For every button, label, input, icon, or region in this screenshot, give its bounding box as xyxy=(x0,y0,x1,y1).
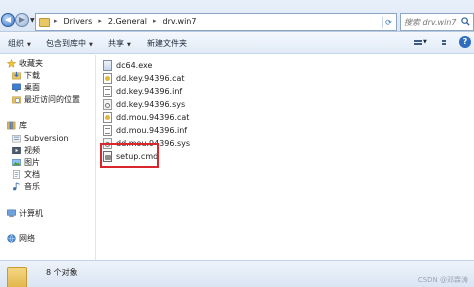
catalog-file-icon xyxy=(103,73,112,84)
nav-item-label: 图片 xyxy=(24,158,40,167)
change-view-button[interactable] xyxy=(410,37,423,48)
subversion-icon xyxy=(12,135,21,143)
watermark: CSDN @邓霖涛 xyxy=(417,276,468,284)
search-icon xyxy=(461,17,470,26)
file-name: dd.mou.94396.inf xyxy=(116,126,188,135)
chevron-down-icon: ▼ xyxy=(27,42,31,48)
file-name: dc64.exe xyxy=(116,61,153,70)
download-icon xyxy=(12,71,21,80)
pictures-icon xyxy=(12,159,21,166)
include-in-library-label: 包含到库中 xyxy=(46,39,86,48)
catalog-file-icon xyxy=(103,112,112,123)
command-bar: 组织 ▼ 包含到库中 ▼ 共享 ▼ 新建文件夹 ▼ ? xyxy=(0,32,474,54)
highlight-box xyxy=(100,143,159,168)
setup-info-file-icon xyxy=(103,125,112,136)
setup-info-file-icon xyxy=(103,86,112,97)
chevron-down-icon: ▼ xyxy=(127,42,131,48)
include-in-library-button[interactable]: 包含到库中 ▼ xyxy=(46,38,93,49)
item-count: 8 个对象 xyxy=(46,268,78,277)
file-name: dd.key.94396.inf xyxy=(116,87,183,96)
nav-network-label: 网络 xyxy=(19,234,35,243)
chevron-down-icon: ▼ xyxy=(89,42,93,48)
refresh-icon[interactable]: ⟳ xyxy=(382,17,394,28)
desktop-icon xyxy=(12,83,21,92)
search-box[interactable] xyxy=(400,13,474,31)
organize-button[interactable]: 组织 ▼ xyxy=(8,38,31,49)
breadcrumb-general[interactable]: 2.General xyxy=(108,17,147,26)
nav-item-label: 视频 xyxy=(24,146,40,155)
search-input[interactable] xyxy=(404,16,460,28)
breadcrumb-separator[interactable]: ▸ xyxy=(153,17,157,26)
music-icon xyxy=(13,182,20,191)
nav-computer-label: 计算机 xyxy=(19,209,43,218)
status-bar: 8 个对象 CSDN @邓霖涛 xyxy=(0,260,474,287)
recent-places-icon xyxy=(12,96,21,104)
view-icon xyxy=(414,40,422,42)
share-label: 共享 xyxy=(108,39,124,48)
preview-pane-button[interactable] xyxy=(435,37,448,48)
nav-item-label: 音乐 xyxy=(24,182,40,191)
arrow-right-icon: ▶ xyxy=(18,15,26,24)
system-file-icon xyxy=(103,99,112,110)
back-button[interactable]: ◀ xyxy=(1,13,15,27)
breadcrumb-drivers[interactable]: Drivers xyxy=(64,17,93,26)
address-bar: ◀ ▶ ▼ ▸ Drivers ▸ 2.General ▸ drv.win7 ⟳ xyxy=(0,0,474,32)
view-dropdown[interactable]: ▼ xyxy=(423,39,427,45)
file-name: dd.mou.94396.cat xyxy=(116,113,190,122)
nav-libraries-label: 库 xyxy=(19,121,27,130)
nav-favorites-label: 收藏夹 xyxy=(19,59,43,68)
nav-item-label: 桌面 xyxy=(24,83,40,92)
star-icon xyxy=(7,59,16,68)
exe-file-icon xyxy=(103,60,112,71)
path-box[interactable]: ▸ Drivers ▸ 2.General ▸ drv.win7 ⟳ xyxy=(35,13,397,31)
video-icon xyxy=(12,147,21,154)
file-name: dd.key.94396.cat xyxy=(116,74,185,83)
breadcrumb-separator[interactable]: ▸ xyxy=(98,17,102,26)
help-icon[interactable]: ? xyxy=(459,36,471,48)
breadcrumb: ▸ Drivers ▸ 2.General ▸ drv.win7 xyxy=(54,17,196,26)
library-icon xyxy=(7,121,16,130)
preview-pane-icon xyxy=(442,43,446,45)
new-folder-button[interactable]: 新建文件夹 xyxy=(147,38,187,49)
nav-item-label: 文档 xyxy=(24,170,40,179)
computer-icon xyxy=(7,209,16,218)
view-icon xyxy=(414,43,422,45)
share-button[interactable]: 共享 ▼ xyxy=(108,38,131,49)
nav-item-label: 最近访问的位置 xyxy=(24,95,80,104)
folder-icon xyxy=(39,18,50,27)
nav-item-label: Subversion xyxy=(24,134,69,143)
breadcrumb-drv-win7[interactable]: drv.win7 xyxy=(163,17,197,26)
nav-item-label: 下载 xyxy=(24,71,40,80)
new-folder-label: 新建文件夹 xyxy=(147,39,187,48)
arrow-left-icon: ◀ xyxy=(4,15,12,24)
recent-pages-dropdown[interactable]: ▼ xyxy=(30,17,35,24)
organize-label: 组织 xyxy=(8,39,24,48)
file-name: dd.key.94396.sys xyxy=(116,100,186,109)
folder-icon xyxy=(7,267,27,287)
documents-icon xyxy=(13,170,20,179)
breadcrumb-separator[interactable]: ▸ xyxy=(54,17,58,26)
preview-pane-icon xyxy=(442,40,446,42)
forward-button[interactable]: ▶ xyxy=(15,13,29,27)
navigation-pane: 收藏夹 下载 桌面 最近访问的位置 库 Subversion 视频 图片 文档 … xyxy=(0,55,96,260)
network-icon xyxy=(7,234,16,243)
